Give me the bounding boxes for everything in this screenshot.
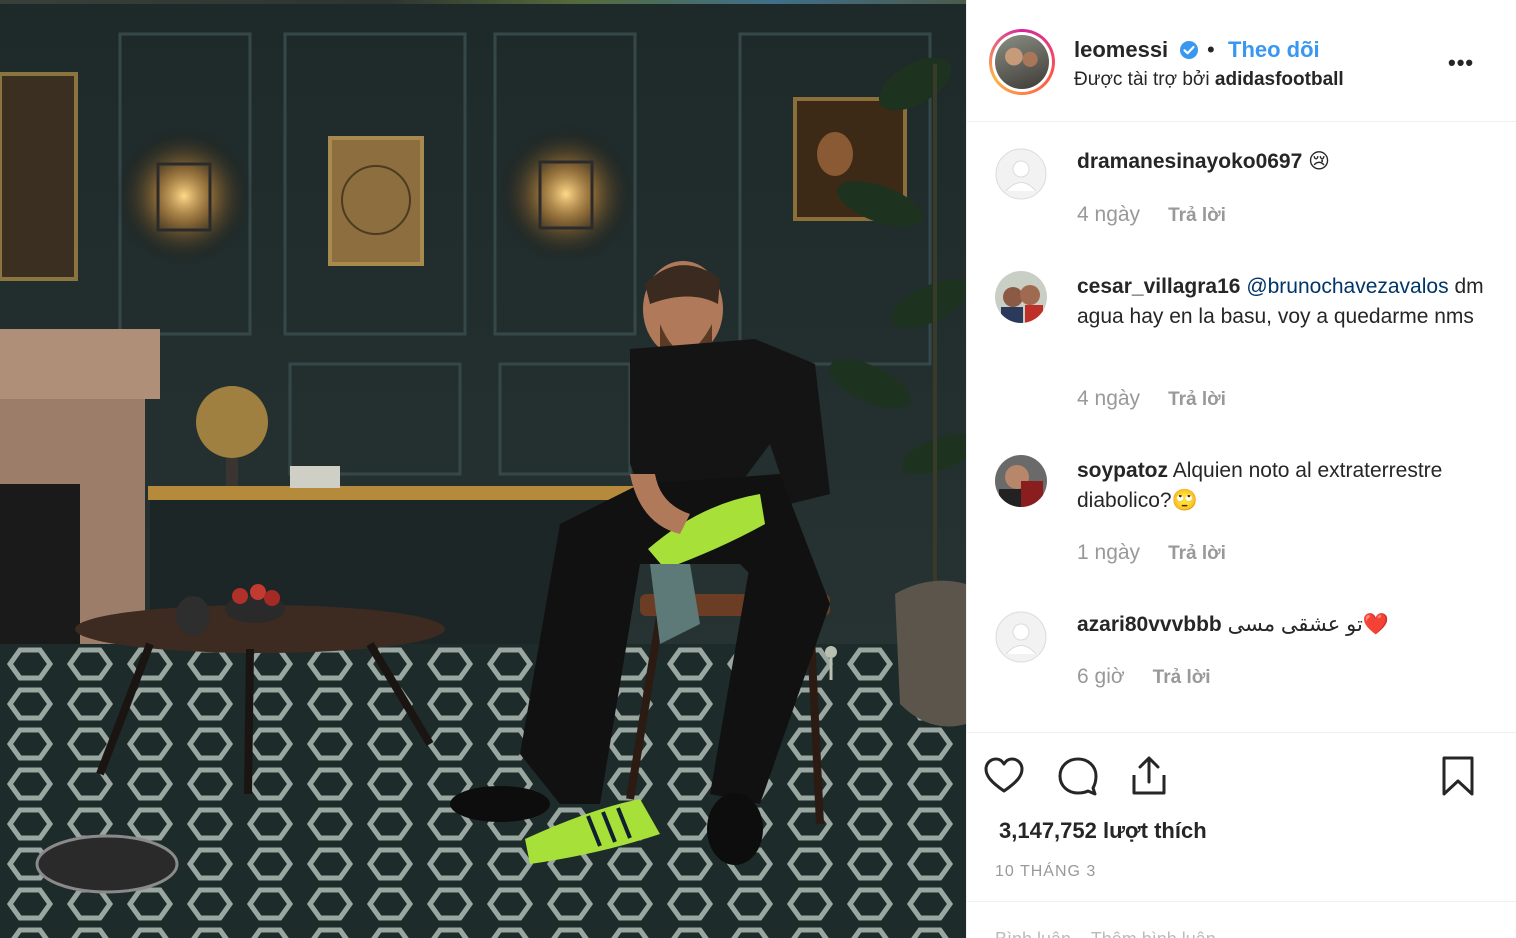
comment-time[interactable]: 6 giờ (1077, 665, 1125, 688)
sponsor-link[interactable]: adidasfootball (1215, 69, 1344, 90)
comment-time[interactable]: 4 ngày (1077, 203, 1140, 226)
sponsored-prefix: Được tài trợ bởi (1074, 69, 1210, 90)
post-side-panel: leomessi • Theo dõi Được tài trợ bởi adi… (966, 0, 1516, 938)
post-date[interactable]: 10 THÁNG 3 (995, 863, 1096, 881)
reply-button[interactable]: Trả lời (1153, 667, 1211, 688)
author-avatar[interactable] (989, 29, 1055, 95)
verified-badge-icon (1180, 41, 1198, 59)
commenter-avatar[interactable] (995, 271, 1047, 323)
comment-text: azari80vvvbbb تو عشقی مسی❤️ (1077, 610, 1501, 640)
instagram-post-view: leomessi • Theo dõi Được tài trợ bởi adi… (0, 0, 1516, 938)
post-header: leomessi • Theo dõi Được tài trợ bởi adi… (967, 0, 1516, 122)
post-photo-illustration (0, 4, 966, 938)
more-options-icon[interactable]: ••• (1448, 50, 1474, 76)
divider (967, 901, 1516, 902)
comment-text: soypatoz Alquien noto al extraterrestre … (1077, 456, 1501, 516)
comment-username[interactable]: soypatoz (1077, 459, 1168, 482)
comment-meta: 1 ngày Trả lời (1077, 541, 1226, 565)
commenter-avatar[interactable] (995, 455, 1047, 507)
comment-username[interactable]: dramanesinayoko0697 (1077, 150, 1302, 173)
likes-count[interactable]: 3,147,752 lượt thích (999, 818, 1207, 844)
share-icon[interactable] (1128, 755, 1170, 797)
post-photo[interactable] (0, 4, 966, 938)
reply-button[interactable]: Trả lời (1168, 543, 1226, 564)
author-username[interactable]: leomessi (1074, 37, 1168, 63)
comment-body: تو عشقی مسی❤️ (1227, 613, 1389, 636)
comment-text: cesar_villagra16 @brunochavezavalos dm a… (1077, 272, 1501, 332)
comment-body: 😢 (1308, 150, 1331, 173)
bookmark-icon[interactable] (1437, 755, 1479, 797)
comment-meta: 4 ngày Trả lời (1077, 387, 1226, 411)
comment-meta: 6 giờ Trả lời (1077, 665, 1211, 689)
reply-button[interactable]: Trả lời (1168, 389, 1226, 410)
follow-button[interactable]: Theo dõi (1228, 37, 1320, 63)
comment-icon[interactable] (1057, 755, 1099, 797)
heart-icon[interactable] (983, 755, 1025, 797)
comment-username[interactable]: cesar_villagra16 (1077, 275, 1240, 298)
sponsored-line: Được tài trợ bởi adidasfootball (1074, 69, 1344, 91)
comment-text: dramanesinayoko0697 😢 (1077, 147, 1501, 177)
post-actions: 3,147,752 lượt thích 10 THÁNG 3 Bình luậ… (967, 732, 1516, 938)
comment-username[interactable]: azari80vvvbbb (1077, 613, 1222, 636)
add-comment-input[interactable]: Bình luận... Thêm bình luận... (995, 929, 1231, 938)
comment-meta: 4 ngày Trả lời (1077, 203, 1226, 227)
comment-time[interactable]: 4 ngày (1077, 387, 1140, 410)
default-avatar-icon[interactable] (995, 148, 1047, 200)
header-separator: • (1207, 37, 1215, 62)
default-avatar-icon[interactable] (995, 611, 1047, 663)
comment-mention[interactable]: @brunochavezavalos (1246, 275, 1448, 298)
reply-button[interactable]: Trả lời (1168, 205, 1226, 226)
comment-time[interactable]: 1 ngày (1077, 541, 1140, 564)
